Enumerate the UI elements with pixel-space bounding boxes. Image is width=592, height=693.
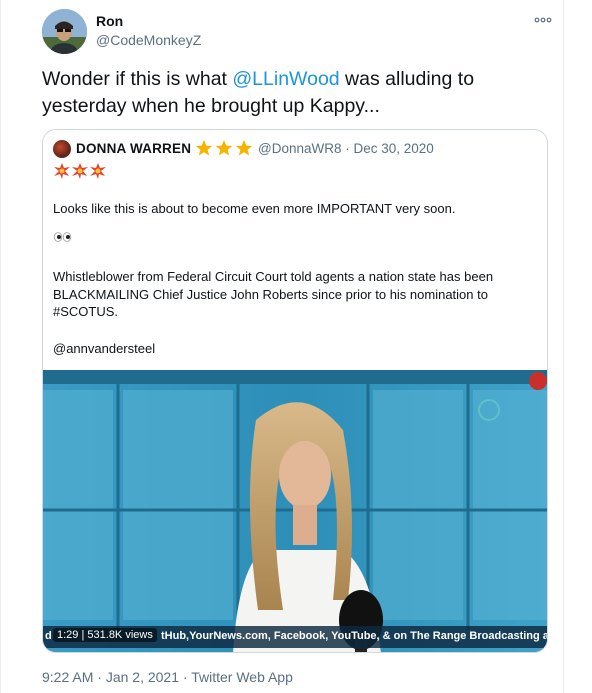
- timeline-border-left: [0, 0, 1, 693]
- quoted-text-para1: Looks like this is about to become even …: [53, 201, 456, 216]
- video-duration: 1:29: [57, 629, 79, 641]
- avatar[interactable]: [42, 9, 87, 54]
- tweet-source[interactable]: Twitter Web App: [191, 669, 293, 685]
- tweet-text-before: Wonder if this is what: [42, 68, 233, 90]
- author-handle[interactable]: @CodeMonkeyZ: [96, 32, 201, 48]
- tweet-timestamp: 9:22 AM · Jan 2, 2021 · Twitter Web App: [42, 669, 293, 685]
- video-player[interactable]: d 1:29 | 531.8K views tHub,YourNews.com,…: [43, 370, 548, 652]
- ticker-prefix: d: [45, 630, 52, 642]
- author-name[interactable]: Ron: [96, 13, 123, 29]
- quoted-author-name: DONNA WARREN: [76, 141, 192, 156]
- star-emoji-row: [195, 139, 255, 157]
- quoted-author-handle: @DonnaWR8: [258, 141, 342, 156]
- news-ticker-text: tHub,YourNews.com, Facebook, YouTube, & …: [161, 630, 548, 642]
- quoted-tweet-card[interactable]: DONNA WARREN @DonnaWR8 · Dec 30, 2020 Lo…: [42, 129, 548, 653]
- mention-link[interactable]: @LLinWood: [232, 68, 339, 90]
- footer-separator: ·: [179, 669, 192, 685]
- footer-separator: ·: [93, 669, 106, 685]
- quoted-text-para3: @annvandersteel: [53, 341, 156, 356]
- video-duration-views: 1:29 | 531.8K views: [53, 628, 157, 642]
- eyes-icon: [53, 232, 72, 242]
- tweet-date[interactable]: Jan 2, 2021: [106, 669, 179, 685]
- quoted-text-para2: Whistleblower from Federal Circuit Court…: [53, 269, 494, 319]
- meta-separator: ·: [341, 141, 354, 156]
- video-thumbnail: [43, 370, 547, 652]
- collision-emoji-row: [54, 163, 108, 179]
- star-icons: [195, 140, 253, 156]
- quoted-avatar: [53, 140, 71, 158]
- tweet-text: Wonder if this is what @LLinWood was all…: [42, 66, 542, 120]
- collision-icons: [54, 163, 106, 179]
- eyes-emoji: [53, 232, 73, 242]
- video-views: 531.8K views: [87, 629, 153, 641]
- quoted-meta: @DonnaWR8 · Dec 30, 2020: [258, 141, 434, 156]
- tweet-time[interactable]: 9:22 AM: [42, 669, 93, 685]
- view-separator: |: [81, 629, 85, 641]
- timeline-border-right: [563, 0, 564, 693]
- more-options-icon[interactable]: [534, 14, 552, 26]
- quoted-date: Dec 30, 2020: [353, 141, 434, 156]
